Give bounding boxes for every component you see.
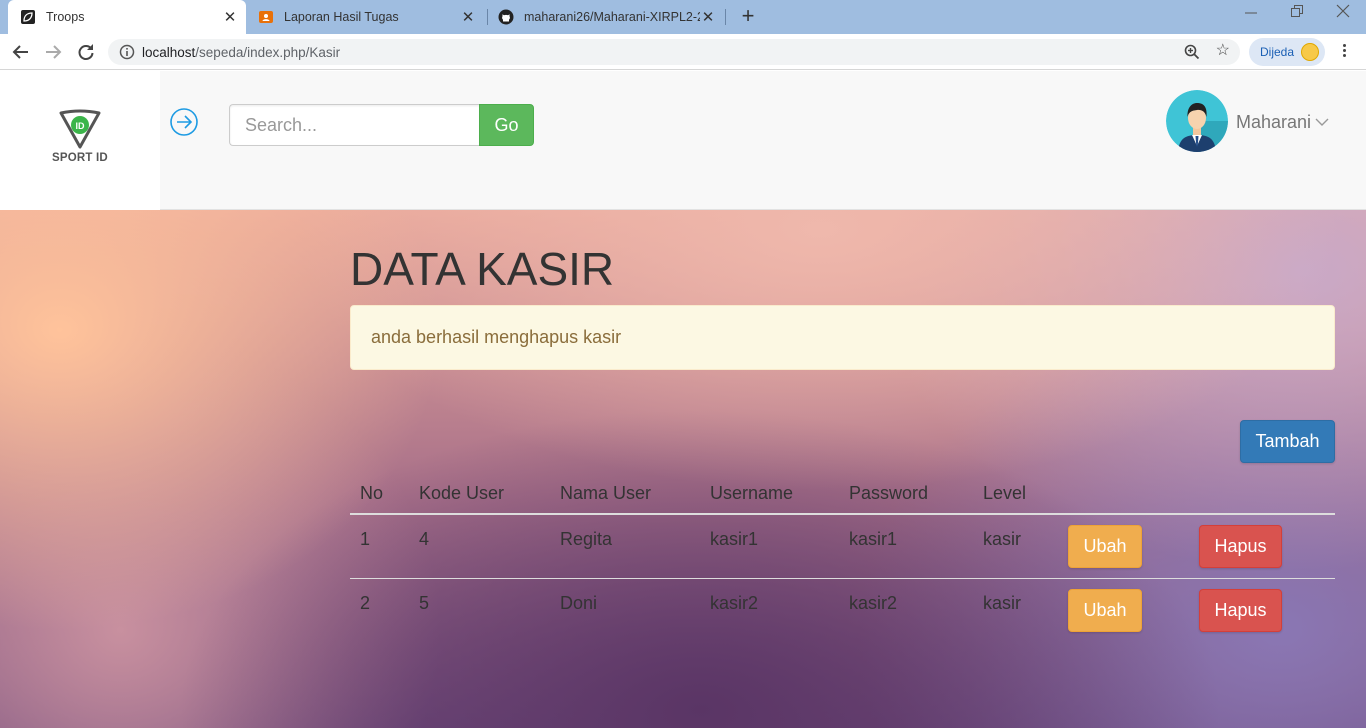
cell-level: kasir bbox=[983, 593, 1022, 613]
col-header-password: Password bbox=[849, 483, 929, 503]
profile-name: Dijeda bbox=[1260, 45, 1295, 59]
leaf-icon bbox=[20, 9, 36, 25]
delete-button[interactable]: Hapus bbox=[1199, 525, 1282, 568]
browser-tab-github[interactable]: maharani26/Maharani-XIRPL2-22 ✕ bbox=[488, 0, 724, 34]
info-icon[interactable] bbox=[119, 44, 135, 65]
search-input[interactable] bbox=[229, 104, 480, 146]
browser-tab-troops[interactable]: Troops ✕ bbox=[8, 0, 246, 34]
alert-message: anda berhasil menghapus kasir bbox=[350, 305, 1335, 370]
web-page: ID SPORT ID Go M bbox=[0, 71, 1366, 728]
cell-kode-user: 5 bbox=[419, 593, 430, 613]
close-icon[interactable]: ✕ bbox=[222, 8, 238, 26]
col-header-no: No bbox=[360, 483, 384, 503]
svg-text:ID: ID bbox=[76, 121, 86, 131]
cell-kode-user: 4 bbox=[419, 529, 430, 549]
menu-kebab-icon[interactable] bbox=[1337, 42, 1351, 62]
zoom-icon[interactable] bbox=[1184, 44, 1200, 65]
address-bar[interactable]: localhost/sepeda/index.php/Kasir ☆ bbox=[108, 39, 1240, 65]
profile-chip[interactable]: Dijeda bbox=[1249, 38, 1325, 66]
tab-title: Troops bbox=[46, 10, 85, 24]
page-title: DATA KASIR bbox=[350, 243, 615, 295]
edit-button[interactable]: Ubah bbox=[1068, 525, 1142, 568]
cell-nama-user: Doni bbox=[560, 593, 598, 613]
col-header-nama-user: Nama User bbox=[560, 483, 652, 503]
browser-toolbar: localhost/sepeda/index.php/Kasir ☆ Dijed… bbox=[0, 34, 1366, 70]
chevron-down-icon bbox=[1315, 114, 1329, 132]
user-name: Maharani bbox=[1236, 112, 1312, 132]
table-header: No Kode User Nama User Username Password… bbox=[350, 468, 1335, 515]
classroom-icon bbox=[258, 9, 274, 25]
col-header-username: Username bbox=[710, 483, 794, 503]
add-kasir-button[interactable]: Tambah bbox=[1240, 420, 1335, 463]
url-host: localhost bbox=[142, 45, 196, 60]
browser-tab-laporan[interactable]: Laporan Hasil Tugas ✕ bbox=[248, 0, 484, 34]
forward-arrow-icon[interactable] bbox=[43, 42, 63, 62]
tab-title: Laporan Hasil Tugas bbox=[284, 10, 399, 24]
cell-nama-user: Regita bbox=[560, 529, 613, 549]
user-avatar bbox=[1166, 90, 1228, 152]
col-header-level: Level bbox=[983, 483, 1027, 503]
brand-name: SPORT ID bbox=[52, 152, 108, 164]
url-path: /sepeda/index.php/Kasir bbox=[195, 45, 341, 60]
app-header: ID SPORT ID Go M bbox=[0, 71, 1366, 210]
browser-tab-strip: Troops ✕ Laporan Hasil Tugas ✕ maharani2… bbox=[0, 0, 1366, 34]
url-text: localhost/sepeda/index.php/Kasir bbox=[142, 45, 340, 60]
table-row: 2 5 Doni kasir2 kasir2 kasir Ubah Hapus bbox=[350, 579, 1335, 643]
edit-button[interactable]: Ubah bbox=[1068, 589, 1142, 632]
col-header-kode-user: Kode User bbox=[419, 483, 505, 503]
tab-separator bbox=[725, 9, 726, 25]
back-arrow-icon[interactable] bbox=[11, 42, 31, 62]
table-row: 1 4 Regita kasir1 kasir1 kasir Ubah Hapu… bbox=[350, 515, 1335, 579]
close-icon[interactable]: ✕ bbox=[700, 8, 716, 26]
tab-title: maharani26/Maharani-XIRPL2-22 bbox=[524, 10, 700, 24]
brand-area[interactable]: ID SPORT ID bbox=[0, 71, 160, 210]
close-icon[interactable]: ✕ bbox=[460, 8, 476, 26]
go-button[interactable]: Go bbox=[479, 104, 534, 146]
cell-password: kasir1 bbox=[849, 529, 898, 549]
github-icon bbox=[498, 9, 514, 25]
cell-password: kasir2 bbox=[849, 593, 898, 613]
sidebar-toggle-icon[interactable] bbox=[169, 107, 199, 142]
cell-no: 2 bbox=[360, 593, 371, 613]
new-tab-button[interactable]: + bbox=[737, 5, 759, 27]
delete-button[interactable]: Hapus bbox=[1199, 589, 1282, 632]
restore-icon[interactable] bbox=[1290, 4, 1304, 21]
minimize-icon[interactable] bbox=[1244, 4, 1258, 21]
cell-username: kasir2 bbox=[710, 593, 759, 613]
reload-icon[interactable] bbox=[76, 42, 96, 62]
profile-avatar bbox=[1301, 43, 1319, 61]
cell-username: kasir1 bbox=[710, 529, 759, 549]
star-icon[interactable]: ☆ bbox=[1216, 43, 1230, 59]
close-window-icon[interactable] bbox=[1336, 4, 1350, 21]
cell-no: 1 bbox=[360, 529, 371, 549]
cell-level: kasir bbox=[983, 529, 1022, 549]
shield-logo-icon: ID bbox=[57, 109, 103, 154]
